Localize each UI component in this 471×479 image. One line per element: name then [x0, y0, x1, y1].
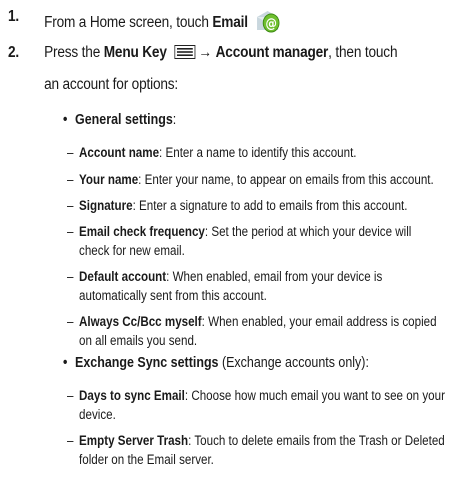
sub-item-text: Your name: Enter your name, to appear on… — [79, 170, 434, 189]
svg-text:@: @ — [265, 16, 276, 31]
dash: – — [67, 172, 74, 187]
sub-item-text: Default account: When enabled, email fro… — [79, 267, 382, 286]
bullet-text: Exchange Sync settings (Exchange account… — [75, 355, 369, 371]
step-text-pre: From a Home screen, touch — [44, 14, 213, 31]
bullet-suffix: : — [172, 112, 177, 128]
step-text: From a Home screen, touch Email @ — [44, 8, 281, 39]
step-number: 1. — [8, 8, 20, 25]
sub-item-desc: : Enter your name, to appear on emails f… — [138, 172, 434, 187]
dash: – — [67, 145, 74, 160]
sub-item-cont: check for new email. — [79, 243, 185, 258]
sub-item-desc: : Choose how much email you want to see … — [184, 388, 445, 403]
step-number: 2. — [8, 44, 20, 61]
sub-item-cont: on all emails you send. — [79, 333, 198, 348]
step-text-pre: Press the — [44, 44, 104, 61]
sub-item-desc: : When enabled, email from your device i… — [166, 269, 383, 284]
sub-item-text: Email check frequency: Set the period at… — [79, 222, 411, 241]
dash: – — [67, 314, 74, 329]
sub-item-desc: : When enabled, your email address is co… — [201, 314, 437, 329]
sub-item-label: Default account — [79, 269, 167, 284]
sub-item-desc: : Enter a signature to add to emails fro… — [132, 198, 408, 213]
dash: – — [67, 198, 74, 213]
sub-item-cont: device. — [79, 407, 116, 422]
sub-item-desc: : Enter a name to identify this account. — [159, 145, 357, 160]
email-app-icon: @ — [255, 8, 281, 39]
sub-item-label: Days to sync Email — [79, 388, 185, 403]
sub-item-text: Empty Server Trash: Touch to delete emai… — [79, 431, 445, 450]
step-text: Press the Menu Key → Account manager, th… — [44, 44, 397, 64]
account-manager-term: Account manager — [215, 44, 329, 61]
sub-item-desc: : Set the period at which your device wi… — [204, 224, 412, 239]
sub-item-label: Empty Server Trash — [79, 433, 189, 448]
sub-item-text: Signature: Enter a signature to add to e… — [79, 196, 407, 215]
menu-key-icon — [173, 45, 196, 64]
sub-item-label: Signature — [79, 198, 133, 213]
step-text-post: , then touch — [328, 44, 398, 61]
sub-item-label: Account name — [79, 145, 160, 160]
sub-item-text: Always Cc/Bcc myself: When enabled, your… — [79, 312, 437, 331]
bullet-text: General settings: — [75, 112, 176, 128]
sub-item-label: Your name — [79, 172, 139, 187]
sub-item-label: Always Cc/Bcc myself — [79, 314, 202, 329]
dash: – — [67, 388, 74, 403]
sub-item-label: Email check frequency — [79, 224, 205, 239]
bullet-dot: • — [63, 355, 68, 371]
bullet-dot: • — [63, 112, 68, 128]
bullet-title: Exchange Sync settings — [75, 355, 219, 371]
sub-item-cont: automatically sent from this account. — [79, 288, 267, 303]
email-term: Email — [212, 14, 248, 31]
dash: – — [67, 269, 74, 284]
sub-item-desc: : Touch to delete emails from the Trash … — [188, 433, 445, 448]
dash: – — [67, 224, 74, 239]
sub-item-cont: folder on the Email server. — [79, 452, 214, 467]
arrow-glyph: → — [198, 44, 213, 61]
bullet-note: (Exchange accounts only): — [218, 355, 369, 371]
dash: – — [67, 433, 74, 448]
sub-item-text: Account name: Enter a name to identify t… — [79, 143, 356, 162]
sub-item-text: Days to sync Email: Choose how much emai… — [79, 386, 445, 405]
bullet-title: General settings — [75, 112, 173, 128]
menu-key-term: Menu Key — [103, 44, 167, 61]
step-text-cont: an account for options: — [44, 76, 179, 93]
